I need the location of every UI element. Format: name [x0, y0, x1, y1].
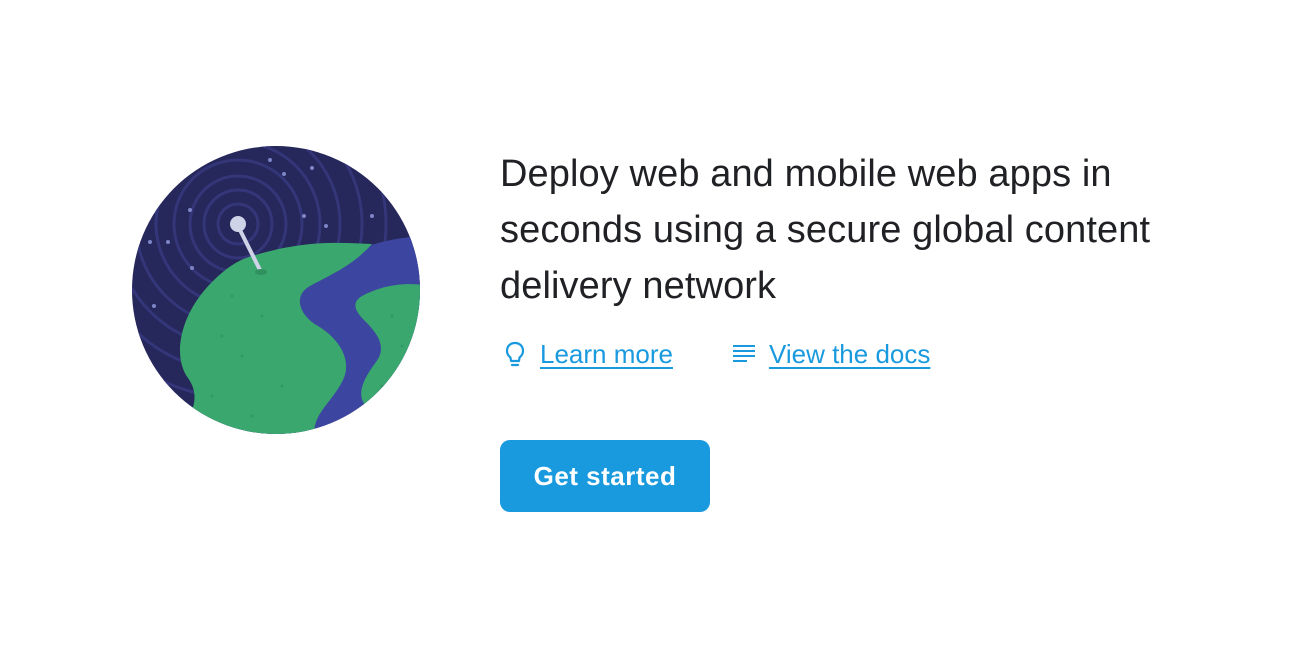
globe-antenna-icon	[132, 146, 420, 434]
learn-more-link[interactable]: Learn more	[500, 339, 673, 370]
globe-illustration	[132, 146, 420, 434]
hero-headline: Deploy web and mobile web apps in second…	[500, 153, 1151, 307]
hero-content: Deploy web and mobile web apps in second…	[500, 146, 1260, 372]
learn-more-label: Learn more	[540, 338, 673, 369]
view-docs-link[interactable]: View the docs	[729, 339, 930, 370]
hero-links: Learn more View the docs	[500, 336, 1260, 372]
lightbulb-icon	[500, 339, 530, 369]
get-started-button[interactable]: Get started	[500, 440, 710, 512]
view-docs-label: View the docs	[768, 338, 931, 369]
docs-lines-icon	[729, 339, 759, 369]
